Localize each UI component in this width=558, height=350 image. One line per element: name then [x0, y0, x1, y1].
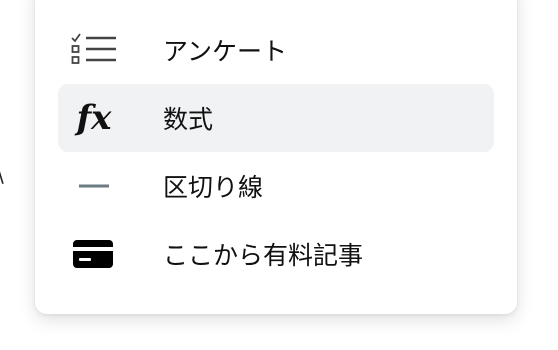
insert-menu-dropdown: アンケート fx 数式 区切り線 ここから有料記事: [35, 0, 517, 314]
menu-item-formula[interactable]: fx 数式: [58, 84, 494, 152]
function-fx-icon: fx: [71, 98, 117, 138]
menu-item-paywall[interactable]: ここから有料記事: [58, 220, 494, 288]
divider-line-icon: [71, 166, 117, 206]
offscreen-text-fragment: \: [0, 160, 9, 190]
screen: \ アンケート fx: [0, 0, 558, 350]
menu-item-label: ここから有料記事: [163, 241, 364, 270]
fx-glyph: fx: [76, 98, 112, 138]
menu-item-survey[interactable]: アンケート: [58, 16, 494, 84]
checklist-icon: [71, 30, 117, 70]
menu-item-label: アンケート: [163, 37, 288, 66]
paywall-card-icon: [71, 234, 117, 274]
menu-item-label: 数式: [163, 105, 214, 134]
menu-item-label: 区切り線: [163, 173, 264, 202]
menu-item-divider[interactable]: 区切り線: [58, 152, 494, 220]
